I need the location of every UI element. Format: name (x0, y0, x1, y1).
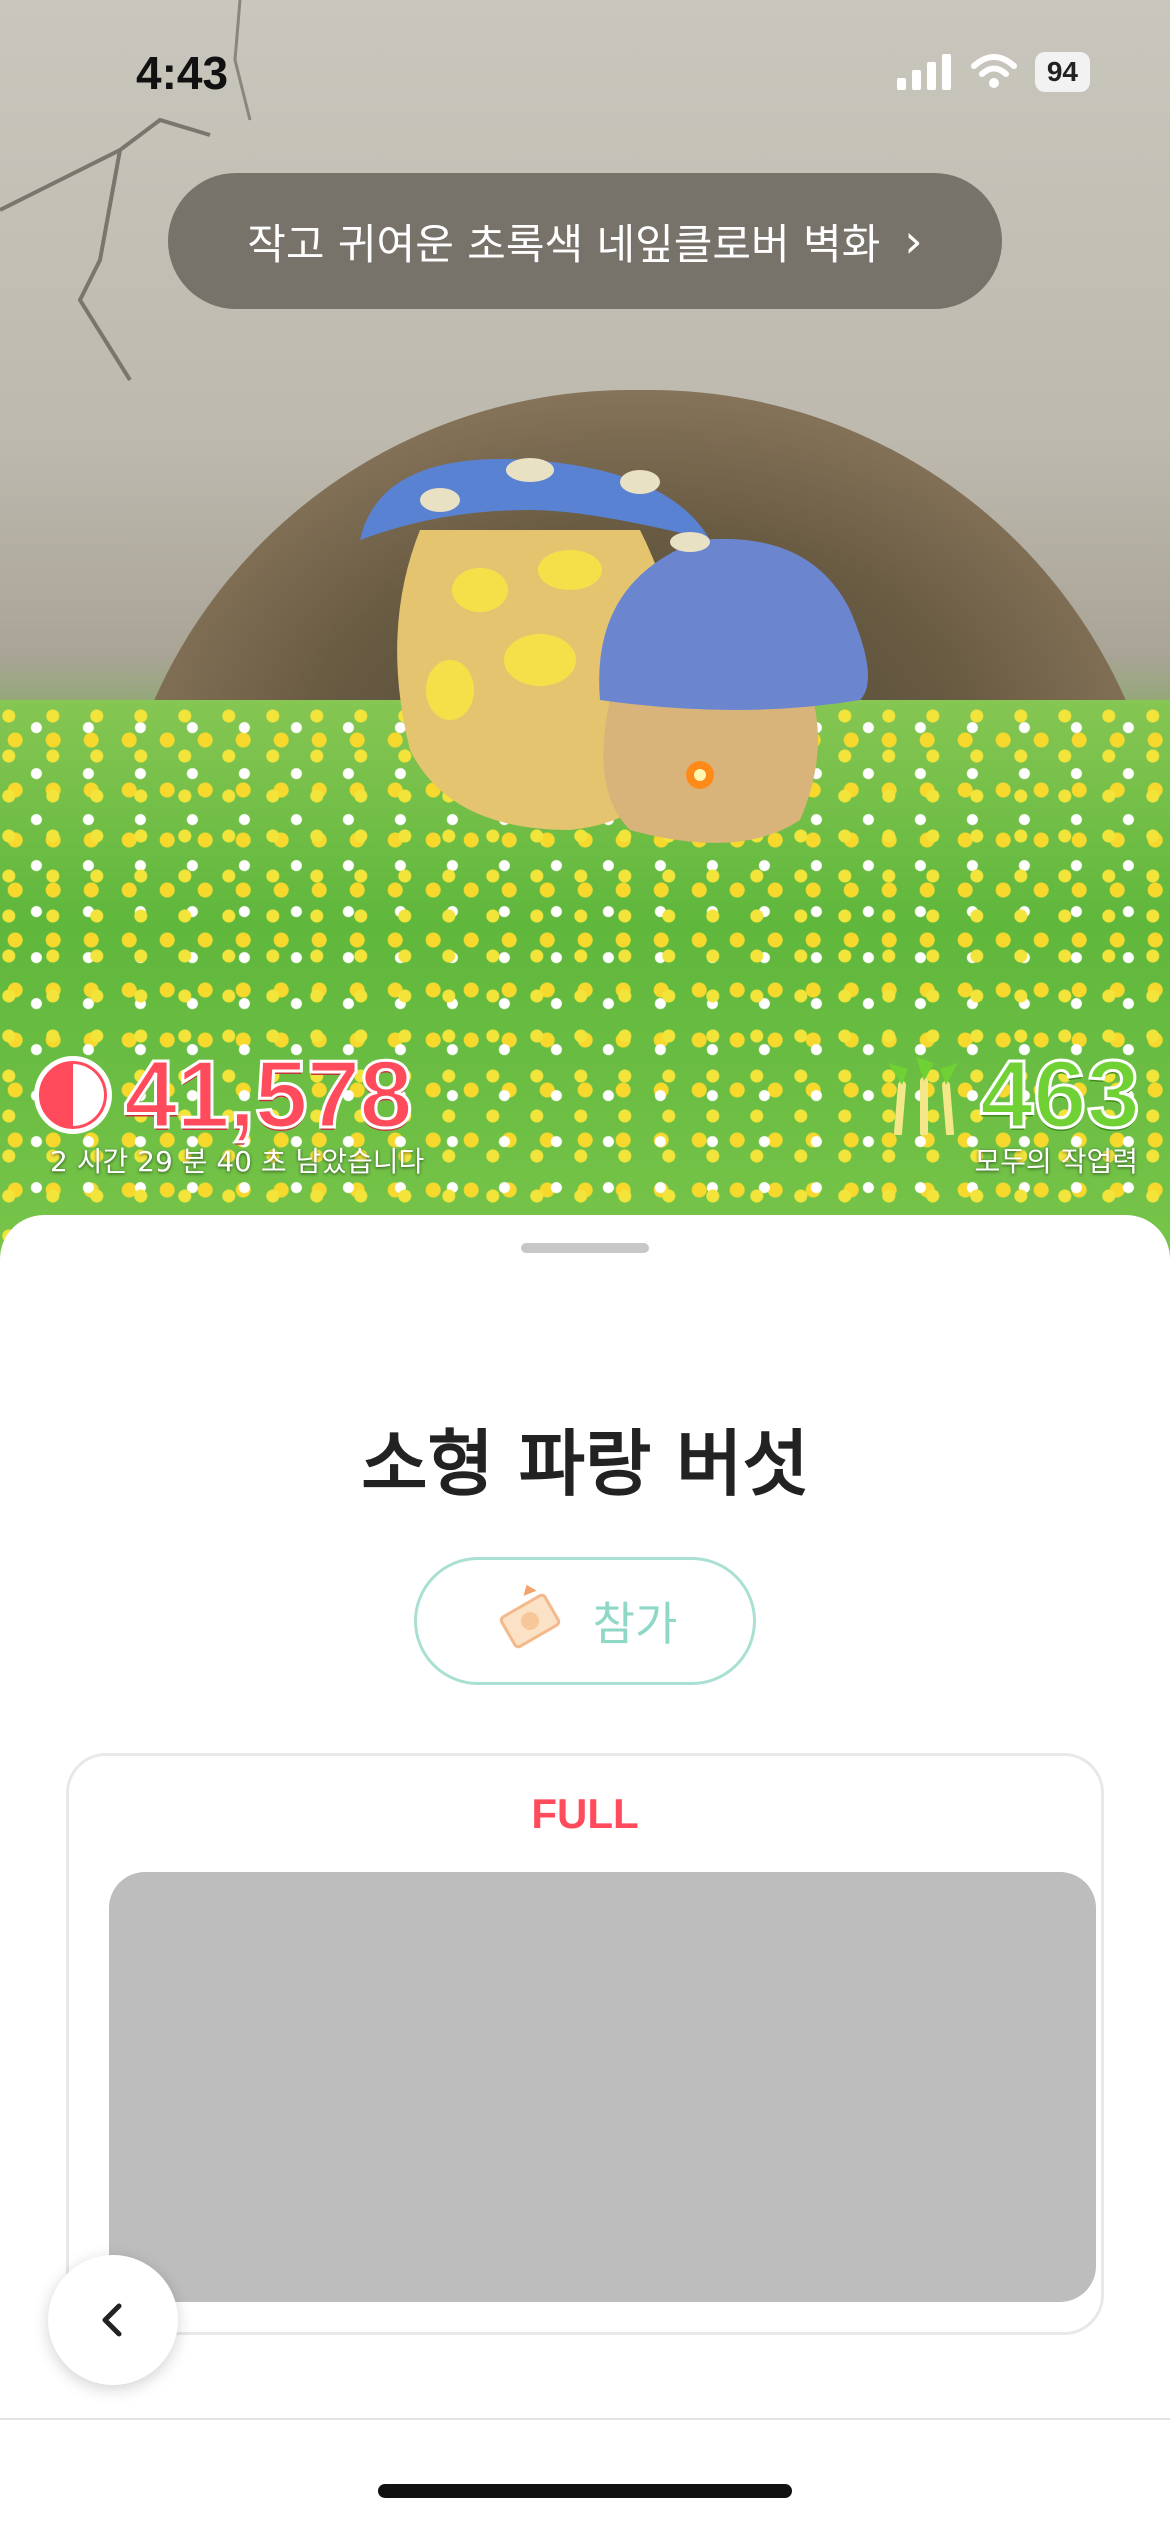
remaining-value: 41,578 (123, 1040, 415, 1150)
bottom-sheet: 소형 파랑 버섯 참가 FULL (0, 1215, 1170, 2532)
full-status-label: FULL (531, 1790, 639, 1837)
workforce-value: 463 (978, 1040, 1141, 1150)
join-label: 참가 (592, 1597, 678, 1651)
mushroom-scene: 4:43 94 작고 귀여운 초록색 네잎클로버 벽화 › 41,578 2 시… (0, 0, 1170, 1260)
status-icons: 94 (896, 52, 1090, 92)
chevron-right-icon: › (904, 214, 923, 268)
mural-banner-button[interactable]: 작고 귀여운 초록색 네잎클로버 벽화 › (168, 173, 1002, 309)
back-button[interactable] (48, 2255, 178, 2385)
workforce-caption: 모두의 작업력 (974, 1145, 1138, 1178)
cellular-signal-icon (896, 54, 951, 90)
bottom-divider (0, 2418, 1170, 2420)
sheet-grabber[interactable] (521, 1243, 649, 1253)
workforce-counter: 463 (878, 1040, 1142, 1150)
blue-mushroom-image[interactable] (340, 430, 960, 870)
ticket-icon (499, 1584, 560, 1649)
remaining-time-caption: 2 시간 29 분 40 초 남았습니다 (50, 1145, 425, 1178)
join-button[interactable]: 참가 (414, 1557, 756, 1685)
banner-text: 작고 귀여운 초록색 네잎클로버 벽화 (247, 219, 881, 269)
battery-level: 94 (1034, 52, 1090, 92)
chevron-left-icon (102, 2303, 122, 2337)
remaining-counter: 41,578 (34, 1040, 415, 1150)
wifi-icon (970, 54, 1017, 88)
half-circle-timer-icon (34, 1056, 112, 1134)
home-indicator[interactable] (378, 2484, 792, 2498)
redacted-content (109, 1872, 1096, 2302)
pikmin-icon (887, 1057, 958, 1135)
mushroom-title: 소형 파랑 버섯 (361, 1422, 809, 1506)
status-time: 4:43 (136, 47, 229, 99)
